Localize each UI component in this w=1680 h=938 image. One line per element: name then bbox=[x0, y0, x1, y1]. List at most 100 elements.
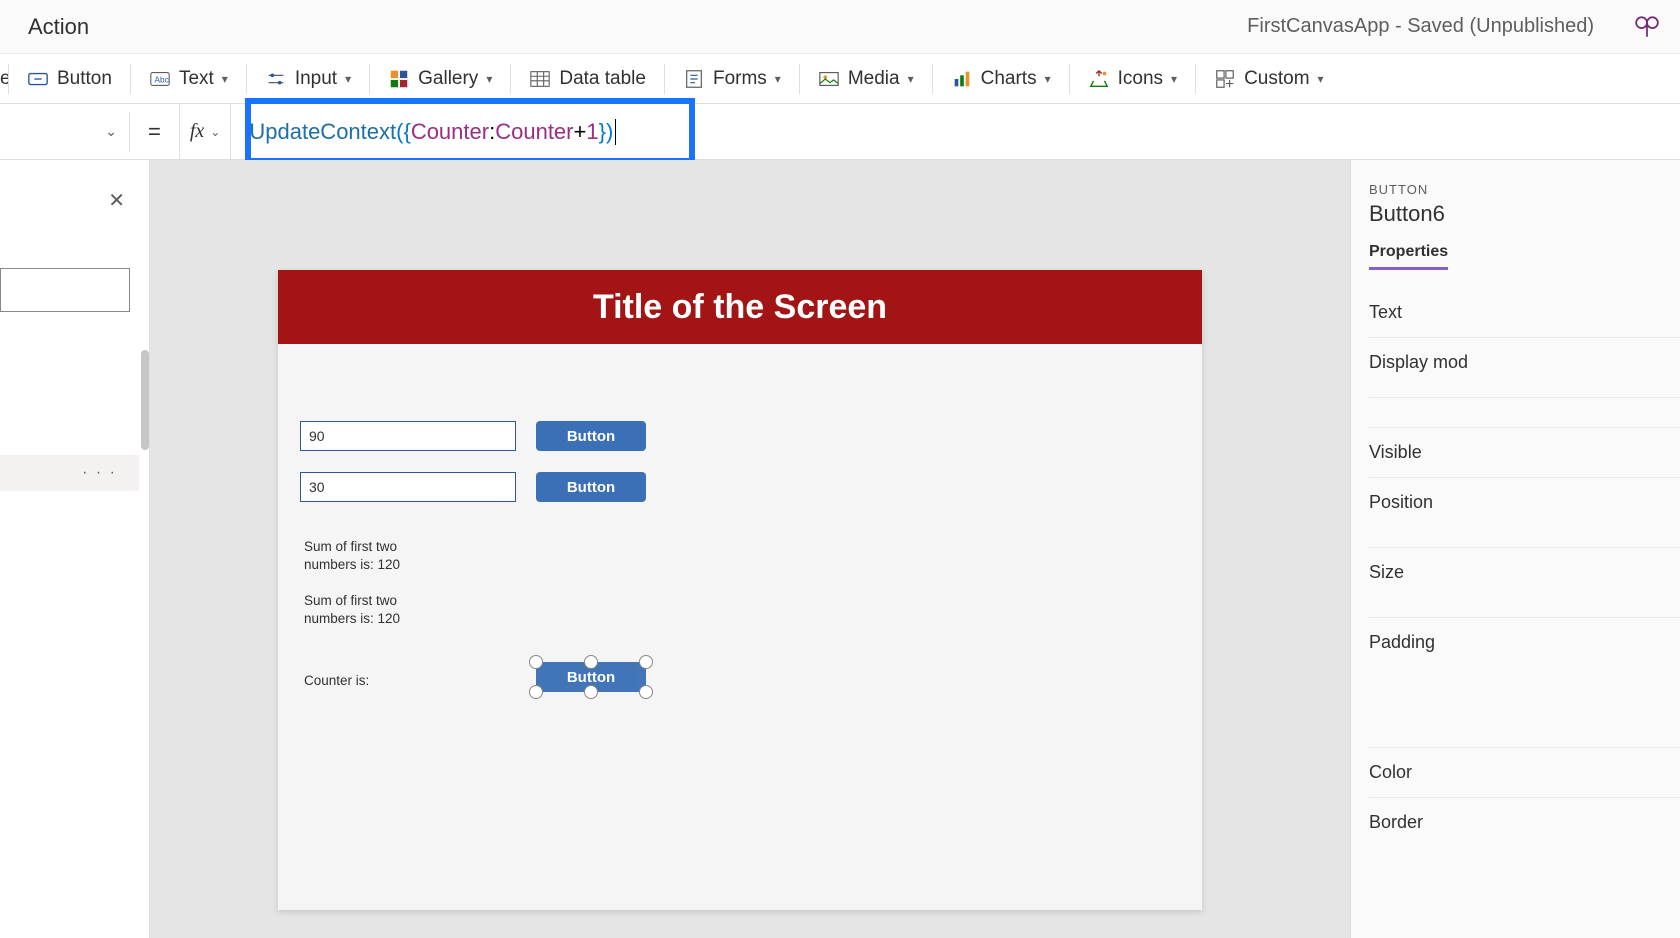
chevron-down-icon: ▾ bbox=[775, 72, 781, 86]
insert-icons[interactable]: Icons ▾ bbox=[1070, 54, 1195, 103]
insert-text[interactable]: Abc Text ▾ bbox=[131, 54, 246, 103]
canvas-button-1[interactable]: Button bbox=[536, 421, 646, 451]
resize-handle[interactable] bbox=[584, 655, 598, 669]
resize-handle[interactable] bbox=[639, 655, 653, 669]
tab-properties[interactable]: Properties bbox=[1369, 243, 1448, 270]
chevron-down-icon: ▾ bbox=[345, 72, 351, 86]
insert-forms[interactable]: Forms ▾ bbox=[665, 54, 799, 103]
prop-row-border[interactable]: Border bbox=[1369, 797, 1680, 847]
gallery-icon bbox=[388, 68, 410, 90]
insert-button[interactable]: Button bbox=[9, 54, 130, 103]
chevron-down-icon: ⌄ bbox=[210, 125, 220, 139]
insert-custom[interactable]: Custom ▾ bbox=[1196, 54, 1342, 103]
properties-pane: BUTTON Button6 Properties Text Display m… bbox=[1350, 160, 1680, 938]
sum-label-2: Sum of first two numbers is: 120 bbox=[304, 592, 424, 628]
text-icon: Abc bbox=[149, 68, 171, 90]
property-selector[interactable]: ⌄ bbox=[0, 112, 130, 152]
insert-datatable-label: Data table bbox=[559, 68, 646, 90]
more-icon[interactable]: · · · bbox=[82, 464, 117, 482]
counter-label: Counter is: bbox=[304, 672, 369, 690]
text-input-1[interactable] bbox=[300, 421, 516, 451]
insert-forms-label: Forms bbox=[713, 68, 767, 90]
formula-token-bracket: }) bbox=[599, 119, 614, 145]
canvas-button-2[interactable]: Button bbox=[536, 472, 646, 502]
insert-media-label: Media bbox=[848, 68, 900, 90]
prop-row-color[interactable]: Color bbox=[1369, 747, 1680, 797]
scrollbar[interactable] bbox=[141, 350, 149, 450]
selected-control[interactable]: Button bbox=[536, 662, 646, 692]
fx-button[interactable]: fx ⌄ bbox=[179, 104, 232, 159]
insert-custom-label: Custom bbox=[1244, 68, 1309, 90]
chevron-down-icon: ⌄ bbox=[105, 123, 117, 140]
prop-row-position[interactable]: Position bbox=[1369, 477, 1680, 527]
insert-media[interactable]: Media ▾ bbox=[800, 54, 932, 103]
formula-token-operator: + bbox=[574, 119, 587, 145]
app-status: FirstCanvasApp - Saved (Unpublished) bbox=[1247, 15, 1594, 38]
chevron-down-icon: ▾ bbox=[1045, 72, 1051, 86]
control-category: BUTTON bbox=[1369, 182, 1680, 197]
insert-datatable[interactable]: Data table bbox=[511, 54, 664, 103]
insert-ribbon: el Button Abc Text ▾ Input ▾ Gallery ▾ bbox=[0, 54, 1680, 104]
canvas-area[interactable]: Title of the Screen Button Button Sum of… bbox=[150, 160, 1350, 938]
app-checker-icon[interactable] bbox=[1634, 14, 1660, 40]
app-canvas: Title of the Screen Button Button Sum of… bbox=[278, 270, 1202, 910]
screen-title-text: Title of the Screen bbox=[593, 288, 887, 327]
formula-token-bracket: ({ bbox=[396, 119, 411, 145]
forms-icon bbox=[683, 68, 705, 90]
text-input-2[interactable] bbox=[300, 472, 516, 502]
menu-bar: Action FirstCanvasApp - Saved (Unpublish… bbox=[0, 0, 1680, 54]
icons-icon bbox=[1088, 68, 1110, 90]
chevron-down-icon: ▾ bbox=[486, 72, 492, 86]
formula-token-reference: Counter bbox=[495, 119, 573, 145]
main-area: ✕ · · · Title of the Screen Button Butto… bbox=[0, 160, 1680, 938]
charts-icon bbox=[951, 68, 973, 90]
input-icon bbox=[265, 68, 287, 90]
resize-handle[interactable] bbox=[584, 685, 598, 699]
insert-input[interactable]: Input ▾ bbox=[247, 54, 369, 103]
chevron-down-icon: ▾ bbox=[908, 72, 914, 86]
insert-gallery[interactable]: Gallery ▾ bbox=[370, 54, 510, 103]
formula-token-identifier: Counter bbox=[411, 119, 489, 145]
sum-label-1: Sum of first two numbers is: 120 bbox=[304, 538, 424, 574]
insert-gallery-label: Gallery bbox=[418, 68, 478, 90]
svg-text:Abc: Abc bbox=[154, 75, 168, 84]
prop-row-visible[interactable]: Visible bbox=[1369, 427, 1680, 477]
formula-token-function: UpdateContext bbox=[249, 119, 396, 145]
tree-search-input[interactable] bbox=[0, 268, 130, 312]
formula-token-number: 1 bbox=[586, 119, 598, 145]
prop-row-display-mode[interactable]: Display mod bbox=[1369, 337, 1680, 387]
menu-action[interactable]: Action bbox=[28, 14, 89, 40]
prop-row-size[interactable]: Size bbox=[1369, 547, 1680, 597]
insert-icons-label: Icons bbox=[1118, 68, 1163, 90]
canvas-button-1-label: Button bbox=[567, 428, 615, 445]
resize-handle[interactable] bbox=[529, 685, 543, 699]
data-table-icon bbox=[529, 68, 551, 90]
fx-label: fx bbox=[190, 120, 204, 143]
resize-handle[interactable] bbox=[639, 685, 653, 699]
chevron-down-icon: ▾ bbox=[1171, 72, 1177, 86]
chevron-down-icon: ▾ bbox=[1318, 72, 1324, 86]
tree-view-pane: ✕ · · · bbox=[0, 160, 150, 938]
prop-row-padding[interactable]: Padding bbox=[1369, 617, 1680, 667]
equals-sign: = bbox=[130, 119, 179, 145]
formula-input[interactable]: UpdateContext({Counter: Counter + 1}) bbox=[231, 104, 1680, 159]
button-icon bbox=[27, 68, 49, 90]
insert-charts-label: Charts bbox=[981, 68, 1037, 90]
custom-icon bbox=[1214, 68, 1236, 90]
control-name[interactable]: Button6 bbox=[1369, 201, 1680, 227]
resize-handle[interactable] bbox=[529, 655, 543, 669]
insert-input-label: Input bbox=[295, 68, 337, 90]
insert-button-label: Button bbox=[57, 68, 112, 90]
formula-bar: ⌄ = fx ⌄ UpdateContext({Counter: Counter… bbox=[0, 104, 1680, 160]
close-icon[interactable]: ✕ bbox=[108, 188, 125, 213]
text-cursor bbox=[615, 119, 616, 145]
insert-charts[interactable]: Charts ▾ bbox=[933, 54, 1069, 103]
canvas-button-selected-label: Button bbox=[567, 669, 615, 686]
properties-tabs: Properties bbox=[1369, 243, 1680, 270]
canvas-button-2-label: Button bbox=[567, 479, 615, 496]
chevron-down-icon: ▾ bbox=[222, 72, 228, 86]
prop-row-text[interactable]: Text bbox=[1369, 288, 1680, 337]
insert-text-label: Text bbox=[179, 68, 214, 90]
tree-item-selected[interactable]: · · · bbox=[0, 455, 139, 491]
ribbon-label-fragment: el bbox=[0, 68, 8, 90]
